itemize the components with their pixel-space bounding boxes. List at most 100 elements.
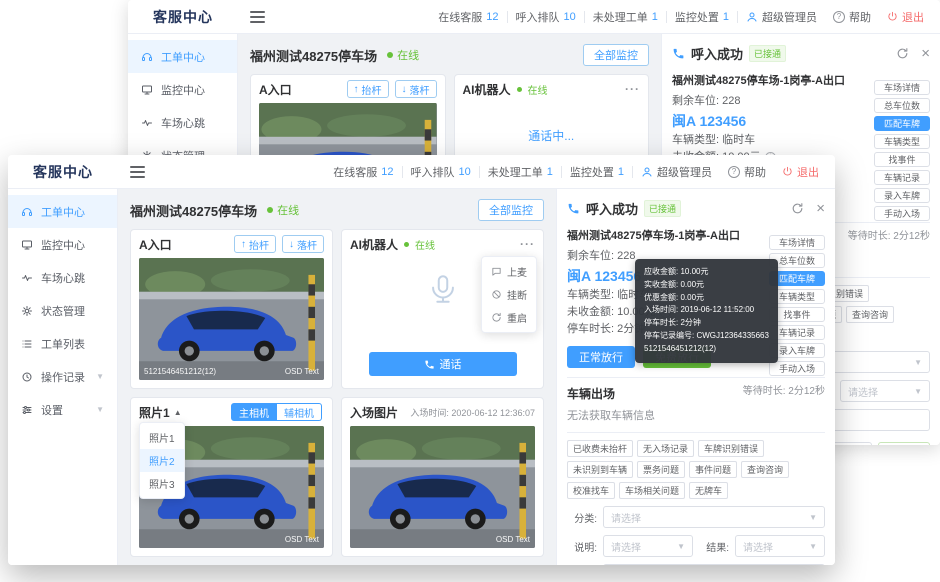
phone-icon (672, 47, 685, 60)
tag-plate-misread[interactable]: 车牌识别错误 (698, 440, 764, 457)
connected-badge: 已接通 (749, 45, 786, 62)
camera-osd-text: OSD Text (496, 535, 530, 544)
nav-pending-label: 未处理工单 (488, 164, 543, 180)
tag-inquiry[interactable]: 查询咨询 (846, 306, 894, 323)
sidebar-item-workorder-list[interactable]: 工单列表 (8, 327, 117, 360)
side-button-vehicle-type[interactable]: 车辆类型 (874, 134, 930, 149)
sidebar-item-label: 工单中心 (41, 204, 85, 220)
logout-button[interactable]: 退出 (774, 164, 827, 180)
result-select[interactable]: 请选择 ▼ (840, 380, 930, 402)
power-icon (782, 166, 793, 177)
call-button[interactable]: 通话 (369, 352, 517, 376)
nav-monitor-handle[interactable]: 监控处置 1 (667, 9, 737, 25)
raise-label: 抬杆 (249, 237, 269, 252)
sidebar-item-settings[interactable]: 设置 ▼ (8, 393, 117, 426)
sidebar-item-monitor-center[interactable]: 监控中心 (128, 73, 237, 106)
more-icon[interactable]: ··· (520, 237, 535, 251)
sub-camera-toggle[interactable]: 辅相机 (277, 403, 322, 421)
raise-barrier-button[interactable]: ↑ 抬杆 (234, 235, 276, 253)
tooltip-line: 入场时间: 2019-06-12 11:52:00 (644, 304, 769, 317)
lower-barrier-button[interactable]: ↓ 落杆 (282, 235, 324, 253)
nav-queue-label: 呼入排队 (411, 164, 455, 180)
side-button-total-spaces[interactable]: 总车位数 (874, 98, 930, 113)
call-status-title: 呼入成功 (586, 199, 638, 218)
arrow-down-icon: ↓ (402, 84, 407, 95)
more-icon[interactable]: ··· (625, 82, 640, 96)
done-button[interactable]: 已完成 (878, 442, 930, 445)
plate-number[interactable]: 闽A 123456 (672, 110, 868, 132)
sidebar-item-label: 工单列表 (41, 336, 85, 352)
help-button[interactable]: ? 帮助 (720, 164, 774, 180)
tag-ticket-issue[interactable]: 票务问题 (637, 461, 685, 478)
tag-vehicle-not-detected[interactable]: 未识别到车辆 (567, 461, 633, 478)
close-icon[interactable]: × (921, 46, 930, 61)
sidebar-item-operation-log[interactable]: 操作记录 ▼ (8, 360, 117, 393)
side-button-manual-entry[interactable]: 手动入场 (769, 361, 825, 376)
close-icon[interactable]: × (816, 201, 825, 216)
tag-paid-not-raised[interactable]: 已收费未抬杆 (567, 440, 633, 457)
entry-photo[interactable]: OSD Text (350, 426, 535, 548)
tag-no-entry-record[interactable]: 无入场记录 (637, 440, 694, 457)
refresh-icon[interactable] (791, 202, 804, 215)
photo-option-1[interactable]: 照片1 (140, 426, 184, 449)
sidebar-item-monitor-center[interactable]: 监控中心 (8, 228, 117, 261)
nav-online-agents[interactable]: 在线客服 12 (325, 164, 401, 180)
sidebar-item-workorder-center[interactable]: 工单中心 (8, 195, 117, 228)
gate-camera-feed[interactable]: 5121546451212(12) OSD Text (139, 258, 324, 380)
raise-barrier-button[interactable]: ↑ 抬杆 (347, 80, 389, 98)
photo-option-3[interactable]: 照片3 (140, 472, 184, 495)
nav-pending-orders[interactable]: 未处理工单 1 (585, 9, 666, 25)
tag-lot-related[interactable]: 车场相关问题 (619, 482, 685, 499)
menu-collapse-icon[interactable] (130, 166, 145, 178)
nav-online-agents[interactable]: 在线客服 12 (430, 9, 506, 25)
gate-title: A入口 (139, 236, 172, 253)
gear-icon (21, 305, 33, 317)
tag-no-plate[interactable]: 无牌车 (689, 482, 728, 499)
nav-online-label: 在线客服 (333, 164, 377, 180)
nav-call-queue[interactable]: 呼入排队 10 (403, 164, 479, 180)
note-input[interactable] (603, 564, 825, 565)
side-button-lot-detail[interactable]: 车场详情 (874, 80, 930, 95)
menu-item-hangup[interactable]: 挂断 (482, 283, 536, 306)
nav-call-queue[interactable]: 呼入排队 10 (508, 9, 584, 25)
logout-button[interactable]: 退出 (879, 9, 932, 25)
menu-collapse-icon[interactable] (250, 11, 265, 23)
sidebar-item-parking-heartbeat[interactable]: 车场心跳 (8, 261, 117, 294)
online-dot (517, 87, 522, 92)
online-status: 在线 (397, 47, 419, 63)
help-label: 帮助 (849, 9, 871, 25)
nav-pending-orders[interactable]: 未处理工单 1 (480, 164, 561, 180)
refresh-icon[interactable] (896, 47, 909, 60)
side-button-enter-plate[interactable]: 录入车牌 (874, 188, 930, 203)
tag-event-issue[interactable]: 事件问题 (689, 461, 737, 478)
desc-select[interactable]: 请选择 ▼ (603, 535, 693, 557)
tag-inquiry[interactable]: 查询咨询 (741, 461, 789, 478)
result-select[interactable]: 请选择 ▼ (735, 535, 825, 557)
main-camera-toggle[interactable]: 主相机 (231, 403, 277, 421)
side-button-find-event[interactable]: 找事件 (874, 152, 930, 167)
sidebar-item-workorder-center[interactable]: 工单中心 (128, 40, 237, 73)
photo-select-trigger[interactable]: 照片1 ▲ (139, 404, 182, 421)
menu-item-mic-on[interactable]: 上麦 (482, 260, 536, 283)
side-button-match-plate[interactable]: 匹配车牌 (874, 116, 930, 131)
sidebar: 工单中心 监控中心 车场心跳 状态管理 工单列表 (8, 189, 118, 565)
tag-find-car[interactable]: 校准找车 (567, 482, 615, 499)
all-monitor-button[interactable]: 全部监控 (478, 199, 544, 221)
logout-label: 退出 (797, 164, 819, 180)
nav-monitor-handle[interactable]: 监控处置 1 (562, 164, 632, 180)
normal-pass-button[interactable]: 正常放行 (567, 346, 635, 368)
admin-badge[interactable]: 超级管理员 (738, 9, 825, 25)
sidebar-item-parking-heartbeat[interactable]: 车场心跳 (128, 106, 237, 139)
all-monitor-button[interactable]: 全部监控 (583, 44, 649, 66)
side-button-lot-detail[interactable]: 车场详情 (769, 235, 825, 250)
category-select[interactable]: 请选择 ▼ (603, 506, 825, 528)
menu-item-restart[interactable]: 重启 (482, 306, 536, 329)
lower-barrier-button[interactable]: ↓ 落杆 (395, 80, 437, 98)
admin-badge[interactable]: 超级管理员 (633, 164, 720, 180)
divider (567, 377, 825, 378)
photo-option-2[interactable]: 照片2 (140, 449, 184, 472)
side-button-manual-entry[interactable]: 手动入场 (874, 206, 930, 221)
help-button[interactable]: ? 帮助 (825, 9, 879, 25)
side-button-vehicle-records[interactable]: 车辆记录 (874, 170, 930, 185)
sidebar-item-status-management[interactable]: 状态管理 (8, 294, 117, 327)
